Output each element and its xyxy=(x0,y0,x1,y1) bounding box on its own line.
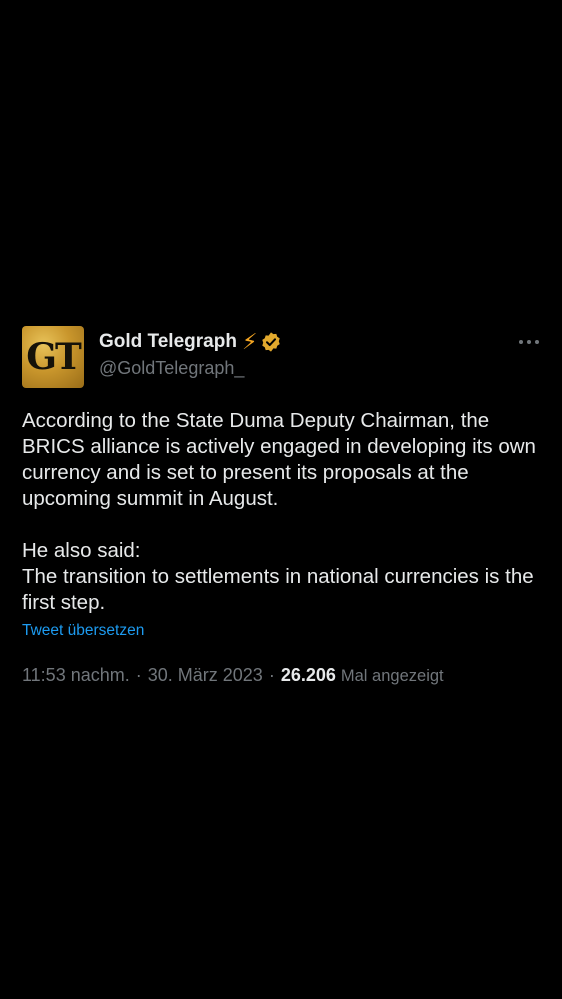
view-count[interactable]: 26.206 xyxy=(281,665,336,686)
view-count-label: Mal angezeigt xyxy=(340,667,444,685)
tweet-paragraph: According to the State Duma Deputy Chair… xyxy=(22,409,536,510)
tweet-date[interactable]: 30. März 2023 xyxy=(148,665,263,686)
more-options-button[interactable] xyxy=(514,330,544,354)
lightning-bolt-icon: ⚡ xyxy=(241,329,258,354)
separator: · xyxy=(268,665,275,685)
verified-badge-icon[interactable] xyxy=(260,331,282,353)
translate-tweet-link[interactable]: Tweet übersetzen xyxy=(22,622,144,640)
tweet-time[interactable]: 11:53 nachm. xyxy=(22,665,130,686)
author-name-row: Gold Telegraph ⚡ xyxy=(99,330,282,354)
avatar-logo-text: GT xyxy=(26,336,82,378)
tweet-text: According to the State Duma Deputy Chair… xyxy=(22,408,546,616)
tweet-metadata: 11:53 nachm. · 30. März 2023 · 26.206 Ma… xyxy=(22,665,444,686)
author-display-name[interactable]: Gold Telegraph xyxy=(99,331,237,353)
more-options-icon xyxy=(519,340,539,344)
author-handle[interactable]: @GoldTelegraph_ xyxy=(99,358,244,379)
separator: · xyxy=(135,665,142,685)
author-avatar[interactable]: GT xyxy=(22,326,84,388)
tweet-paragraph: He also said: The transition to settleme… xyxy=(22,539,534,614)
